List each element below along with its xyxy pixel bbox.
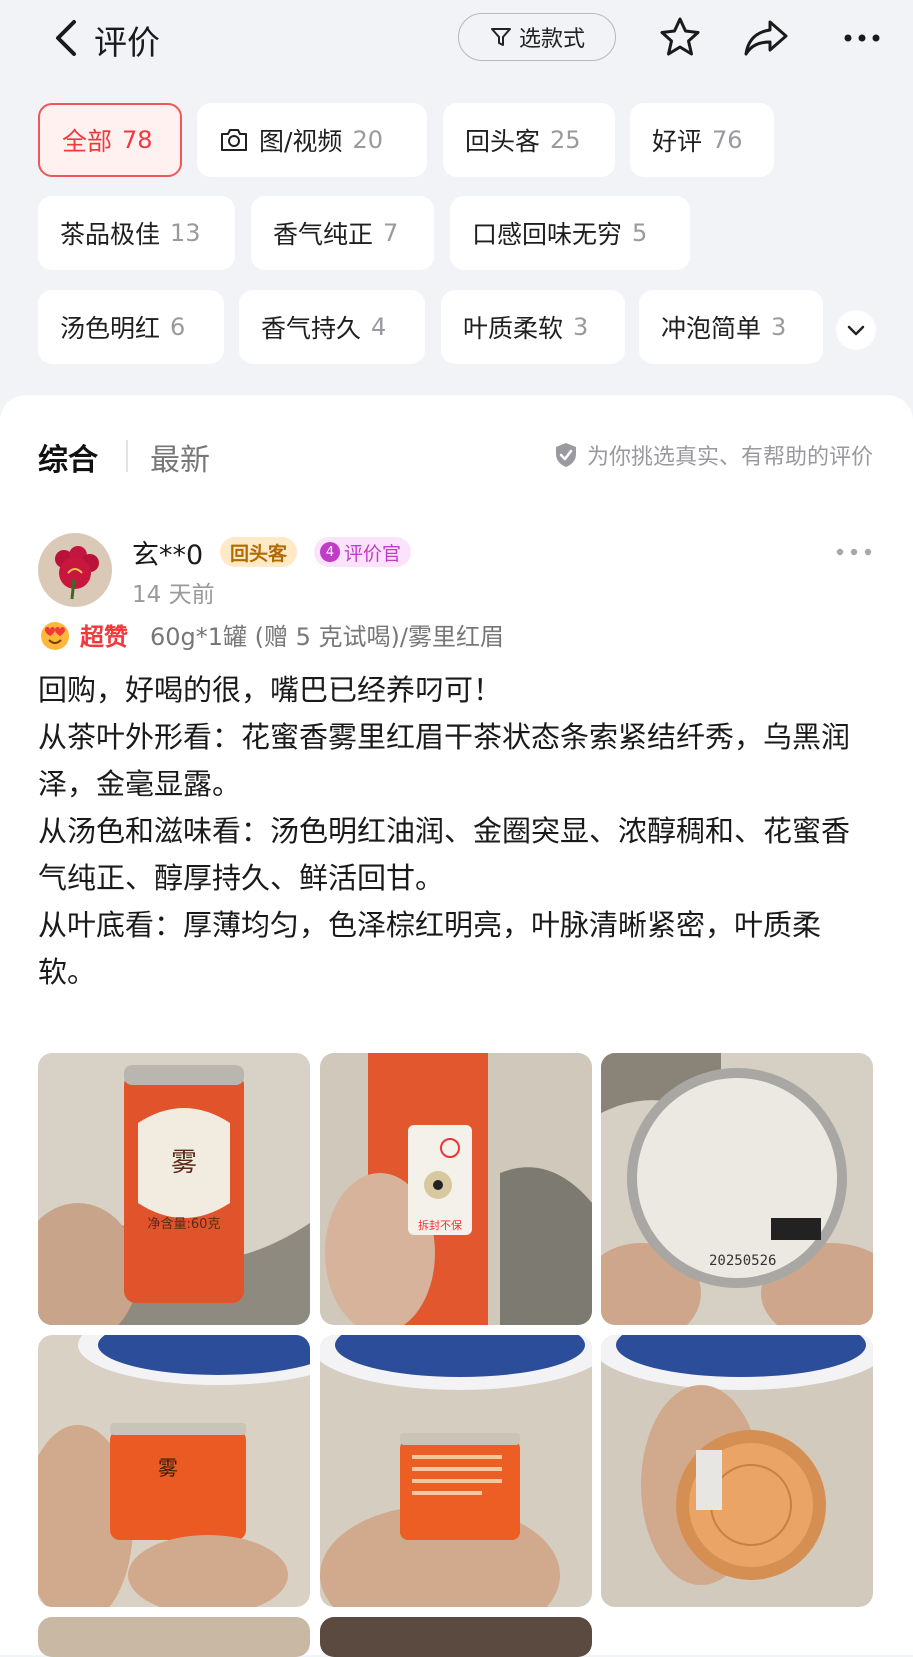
tag-count: 13	[170, 219, 201, 247]
select-style-label: 选款式	[518, 27, 585, 52]
chevron-down-icon	[847, 325, 865, 336]
rating-row: 超赞 60g*1罐 (赠 5 克试喝)/雾里红眉	[38, 617, 504, 652]
review-photo[interactable]: 拆封不保	[320, 1053, 592, 1325]
tag-label: 好评	[652, 127, 703, 156]
tag-label: 叶质柔软	[463, 314, 564, 343]
returning-customer-badge: 回头客	[220, 537, 298, 567]
tag-label: 图/视频	[259, 127, 343, 156]
filter-icon	[490, 28, 511, 46]
tea-can-front-image: 雾 净含量:60克	[38, 1053, 310, 1325]
header-bar: 评价 选款式	[0, 0, 913, 84]
more-icon[interactable]	[838, 14, 886, 62]
product-spec: 60g*1罐 (赠 5 克试喝)/雾里红眉	[150, 623, 505, 651]
tag-all[interactable]: 全部 78	[38, 103, 182, 177]
small-tin-back-image	[320, 1335, 592, 1607]
tag-aftertaste[interactable]: 口感回味无穷 5	[450, 196, 690, 270]
review-photo[interactable]	[320, 1335, 592, 1607]
tag-count: 7	[383, 219, 399, 247]
tag-count: 6	[170, 313, 186, 341]
review-more-icon[interactable]	[835, 545, 873, 559]
tag-count: 78	[122, 126, 153, 154]
tag-count: 3	[771, 313, 787, 341]
tag-returning[interactable]: 回头客 25	[443, 103, 615, 177]
review-photo[interactable]	[320, 1617, 592, 1657]
back-arrow-icon[interactable]	[50, 18, 84, 58]
tag-photo-video[interactable]: 图/视频 20	[197, 103, 427, 177]
tag-label: 口感回味无穷	[472, 220, 623, 249]
review-photo[interactable]: 雾 净含量:60克	[38, 1053, 310, 1325]
tag-count: 4	[371, 313, 387, 341]
review-photo-partial-image	[38, 1617, 310, 1657]
tag-liquor-red[interactable]: 汤色明红 6	[38, 290, 224, 364]
username[interactable]: 玄**0	[132, 533, 203, 572]
share-icon[interactable]	[742, 14, 790, 62]
heart-eyes-icon	[41, 621, 69, 650]
svg-text:雾: 雾	[158, 1456, 178, 1480]
sort-comprehensive[interactable]: 综合	[38, 435, 98, 479]
tag-label: 茶品极佳	[60, 220, 161, 249]
tag-positive[interactable]: 好评 76	[630, 103, 774, 177]
small-tin-front-image: 雾	[38, 1335, 310, 1607]
page-title: 评价	[94, 23, 160, 62]
helpful-tip-text: 为你挑选真实、有帮助的评价	[586, 445, 873, 470]
review-time: 14 天前	[132, 582, 215, 608]
tag-count: 5	[632, 219, 648, 247]
tag-label: 全部	[62, 127, 113, 156]
tea-can-bottom-image: 20250526	[601, 1053, 873, 1325]
tag-label: 回头客	[465, 127, 541, 156]
reviewer-badge-label: 评价官	[344, 542, 402, 565]
tag-count: 20	[352, 126, 383, 154]
review-card: 综合 最新 为你挑选真实、有帮助的评价 玄**0 回头客 4 评价官 14 天前	[0, 395, 913, 1657]
tag-aroma-pure[interactable]: 香气纯正 7	[251, 196, 434, 270]
sort-divider	[126, 440, 128, 472]
tea-can-seal-image: 拆封不保	[320, 1053, 592, 1325]
sort-latest[interactable]: 最新	[150, 435, 210, 479]
review-photo[interactable]	[38, 1617, 310, 1657]
tag-easy-brew[interactable]: 冲泡简单 3	[639, 290, 823, 364]
reviewer-badge: 4 评价官	[314, 537, 412, 567]
tag-aroma-lasting[interactable]: 香气持久 4	[239, 290, 425, 364]
review-photo[interactable]	[601, 1335, 873, 1607]
tag-label: 香气纯正	[273, 220, 374, 249]
tag-count: 3	[573, 313, 589, 341]
select-style-button[interactable]: 选款式	[458, 13, 616, 61]
shield-check-icon	[555, 443, 576, 467]
helpful-tip: 为你挑选真实、有帮助的评价	[553, 439, 873, 471]
avatar[interactable]	[38, 533, 112, 607]
expand-tags-button[interactable]	[836, 310, 876, 350]
review-photo-partial-image	[320, 1617, 592, 1657]
camera-icon	[221, 129, 247, 151]
tag-count: 25	[550, 126, 581, 154]
avatar-image	[38, 533, 112, 607]
rating-level: 超赞	[80, 623, 128, 651]
can-label-text: 净含量:60克	[148, 1216, 221, 1232]
tag-soft-leaf[interactable]: 叶质柔软 3	[441, 290, 625, 364]
review-photo[interactable]: 20250526	[601, 1053, 873, 1325]
review-photo[interactable]: 雾	[38, 1335, 310, 1607]
tag-label: 冲泡简单	[661, 314, 762, 343]
tag-count: 76	[712, 126, 743, 154]
star-icon[interactable]	[656, 14, 704, 62]
small-tin-bottom-image	[601, 1335, 873, 1607]
review-text: 回购，好喝的很，嘴巴已经养叼可！ 从茶叶外形看：花蜜香雾里红眉干茶状态条索紧结纤…	[38, 673, 851, 989]
tag-label: 香气持久	[261, 314, 362, 343]
reviewer-level: 4	[320, 542, 340, 562]
svg-text:雾: 雾	[171, 1148, 197, 1178]
seal-text: 拆封不保	[418, 1218, 462, 1232]
tag-quality[interactable]: 茶品极佳 13	[38, 196, 235, 270]
date-code-text: 20250526	[709, 1253, 776, 1269]
tag-label: 汤色明红	[60, 314, 161, 343]
